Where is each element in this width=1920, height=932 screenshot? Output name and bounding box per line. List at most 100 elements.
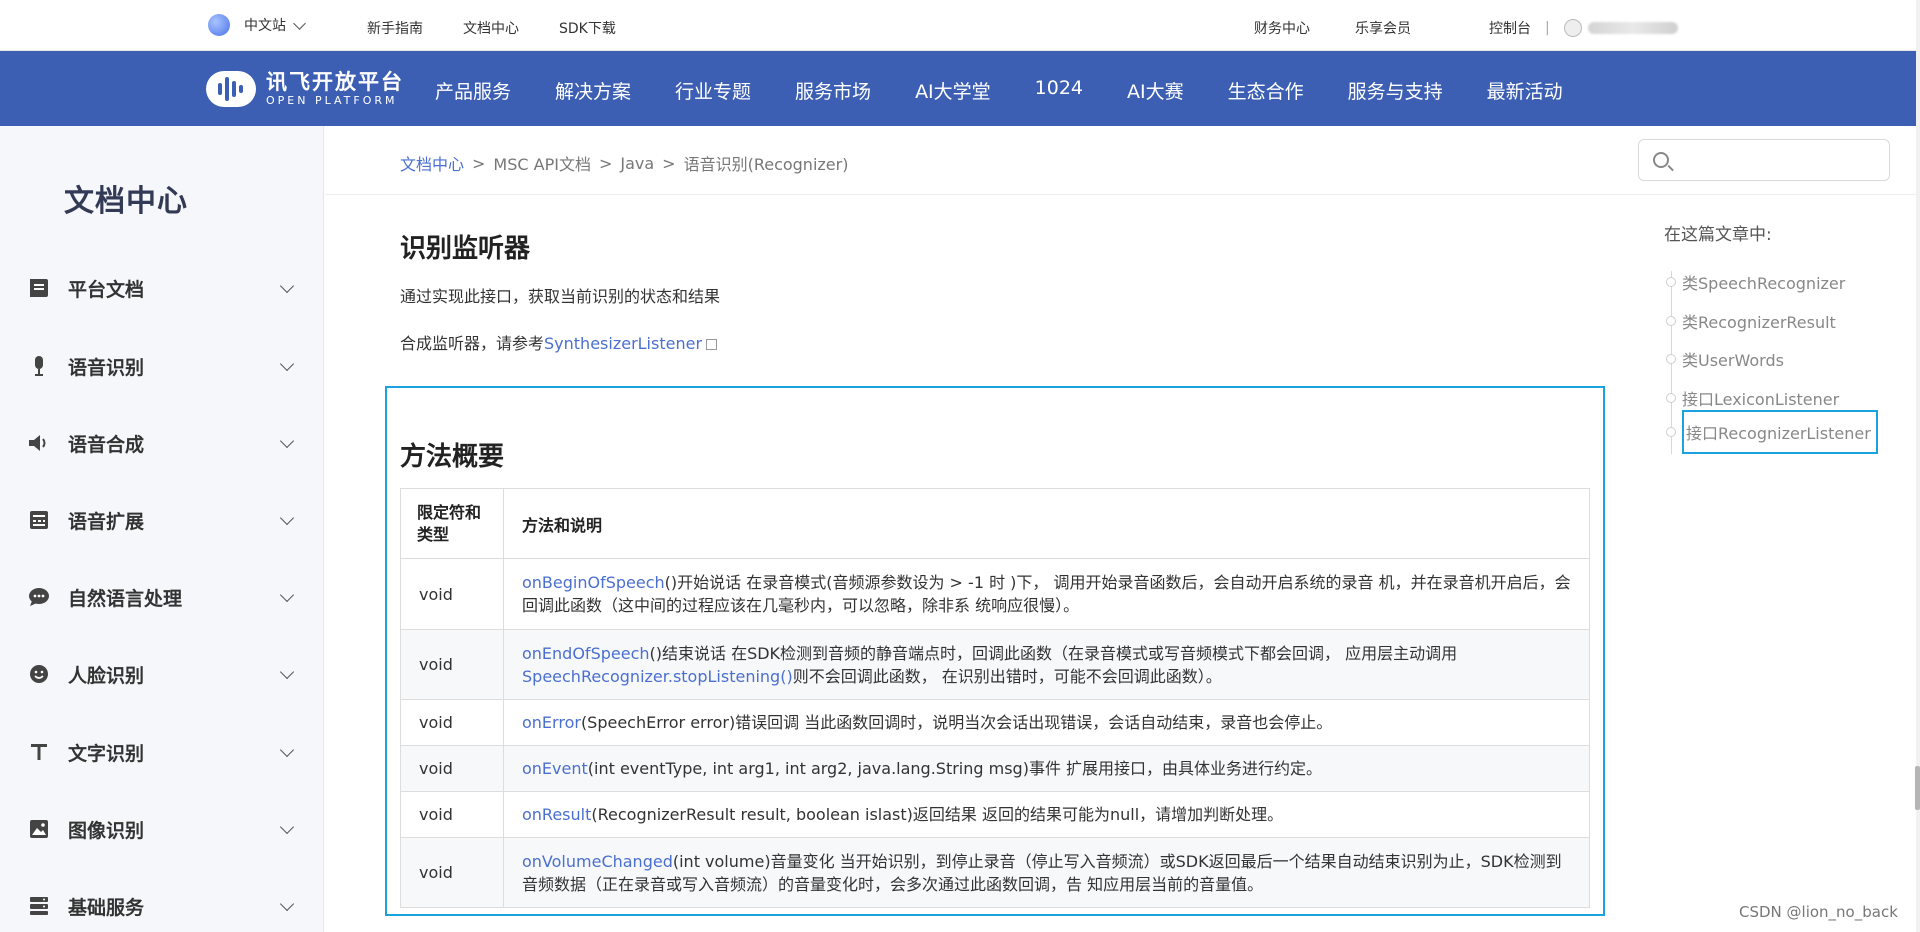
breadcrumb-separator: >	[598, 153, 613, 173]
sidebar-item-speech-synthesis[interactable]: 语音合成	[28, 423, 298, 463]
toc-item-lexicon-listener[interactable]: 接口LexiconListener	[1666, 386, 1839, 410]
top-links: 新手指南 文档中心 SDK下载	[367, 18, 616, 38]
chevron-down-icon	[279, 896, 295, 911]
method-summary-heading: 方法概要	[400, 442, 505, 472]
toc-item-label: 类UserWords	[1682, 351, 1784, 370]
breadcrumb-home[interactable]: 文档中心	[400, 151, 464, 175]
blurred-username[interactable]	[1587, 22, 1678, 34]
method-cell: onResult(RecognizerResult result, boolea…	[503, 791, 1590, 838]
sidebar-title: 文档中心	[64, 184, 188, 219]
method-cell: onBeginOfSpeech()开始说话 在录音模式(音频源参数设为 > -1…	[503, 558, 1590, 630]
chevron-down-icon	[279, 819, 295, 834]
globe-icon	[208, 14, 230, 36]
link-finance-center[interactable]: 财务中心	[1254, 18, 1310, 38]
sidebar-item-label: 语音识别	[68, 356, 145, 379]
nav-support[interactable]: 服务与支持	[1348, 77, 1443, 104]
method-link[interactable]: onResult	[522, 805, 591, 824]
avatar-icon[interactable]	[1563, 19, 1582, 37]
sidebar-item-nlp[interactable]: 自然语言处理	[28, 577, 298, 617]
speaker-icon	[28, 432, 50, 454]
microphone-icon	[28, 355, 50, 377]
nav-latest[interactable]: 最新活动	[1487, 77, 1563, 104]
logo-text-cn: 讯飞开放平台	[266, 70, 404, 94]
link-console[interactable]: 控制台	[1489, 18, 1531, 38]
toc-item-label: 接口LexiconListener	[1682, 390, 1840, 409]
breadcrumb-current: 语音识别(Recognizer)	[683, 155, 849, 174]
scrollbar-thumb[interactable]	[1915, 766, 1920, 810]
logo[interactable]: 讯飞开放平台 OPEN PLATFORM	[206, 67, 404, 111]
main-nav: 讯飞开放平台 OPEN PLATFORM 产品服务 解决方案 行业专题 服务市场…	[0, 51, 1916, 126]
toc-title: 在这篇文章中:	[1664, 225, 1772, 245]
language-selector[interactable]: 中文站	[208, 14, 306, 36]
table-row: void onEndOfSpeech()结束说话 在SDK检测到音频的静音端点时…	[400, 629, 1590, 700]
sidebar-item-text-recognition[interactable]: 文字识别	[28, 732, 298, 772]
link-beginner-guide[interactable]: 新手指南	[367, 18, 423, 38]
method-desc: (SpeechError error)错误回调 当此函数回调时，说明当次会话出现…	[580, 713, 1333, 732]
toc-item-recognizer-listener[interactable]: 接口RecognizerListener	[1666, 410, 1878, 454]
search-box[interactable]	[1638, 139, 1890, 181]
sidebar-item-label: 基础服务	[68, 896, 145, 919]
toc-item-recognizer-result[interactable]: 类RecognizerResult	[1666, 309, 1836, 333]
sidebar-item-label: 图像识别	[68, 819, 145, 842]
table-header-row: 限定符和类型 方法和说明	[400, 488, 1590, 559]
link-sdk-download[interactable]: SDK下载	[559, 18, 616, 38]
sidebar-item-label: 自然语言处理	[68, 587, 183, 610]
section-description: 通过实现此接口，获取当前识别的状态和结果	[400, 287, 721, 306]
breadcrumb-java[interactable]: Java	[620, 154, 654, 173]
sidebar-item-face-recognition[interactable]: 人脸识别	[28, 654, 298, 694]
sidebar: 文档中心 平台文档 语音识别 语音合成 语音扩展 自然语言处理 人脸识别 文字识…	[0, 126, 324, 932]
chevron-down-icon	[279, 510, 295, 525]
nav-market[interactable]: 服务市场	[795, 77, 871, 104]
nav-products[interactable]: 产品服务	[435, 77, 511, 104]
search-icon[interactable]	[1653, 152, 1669, 168]
breadcrumb-msc-api[interactable]: MSC API文档	[493, 151, 591, 175]
search-input[interactable]	[1679, 148, 1879, 172]
chat-icon	[28, 586, 50, 608]
method-desc: ()结束说话 在SDK检测到音频的静音端点时，回调此函数（在录音模式或写音频模式…	[649, 643, 1458, 663]
top-utility-bar: 中文站 新手指南 文档中心 SDK下载 财务中心 乐享会员 控制台 |	[0, 0, 1920, 51]
method-desc: 则不会回调此函数， 在识别出错时，可能不会回调此函数）。	[792, 666, 1222, 686]
type-cell: void	[400, 699, 504, 746]
toc-item-label: 接口RecognizerListener	[1682, 410, 1878, 454]
nav-solutions[interactable]: 解决方案	[555, 77, 631, 104]
toc-item-speech-recognizer[interactable]: 类SpeechRecognizer	[1666, 270, 1845, 294]
table-row: void onVolumeChanged(int volume)音量变化 当开始…	[400, 837, 1590, 908]
table-row: void onResult(RecognizerResult result, b…	[400, 791, 1590, 838]
column-header-method: 方法和说明	[503, 488, 1590, 559]
link-doc-center[interactable]: 文档中心	[463, 18, 519, 38]
method-link[interactable]: onEvent	[522, 759, 588, 778]
logo-cloud-icon	[206, 67, 258, 111]
method-link[interactable]: onBeginOfSpeech	[522, 573, 665, 592]
sidebar-item-basic-services[interactable]: 基础服务	[28, 886, 298, 926]
server-icon	[28, 895, 50, 917]
breadcrumb: 文档中心 > MSC API文档 > Java > 语音识别(Recognize…	[400, 151, 848, 175]
sidebar-item-label: 平台文档	[68, 278, 145, 301]
synthesizer-listener-link[interactable]: SynthesizerListener	[544, 334, 702, 353]
toc-item-user-words[interactable]: 类UserWords	[1666, 347, 1784, 371]
method-desc: ()开始说话 在录音模式(音频源参数设为 > -1 时 )下， 调用开始录音函数…	[522, 573, 1571, 615]
sidebar-item-label: 语音扩展	[68, 510, 145, 533]
watermark: CSDN @lion_no_back	[1739, 903, 1898, 921]
nav-ai-contest[interactable]: AI大赛	[1127, 77, 1184, 104]
sidebar-item-label: 文字识别	[68, 742, 145, 765]
sidebar-item-image-recognition[interactable]: 图像识别	[28, 809, 298, 849]
link-member[interactable]: 乐享会员	[1355, 18, 1411, 38]
toc-item-label: 类RecognizerResult	[1682, 313, 1836, 332]
type-cell: void	[400, 745, 504, 792]
sidebar-item-platform-docs[interactable]: 平台文档	[28, 268, 298, 308]
nav-ai-university[interactable]: AI大学堂	[915, 77, 991, 104]
sidebar-item-speech-extension[interactable]: 语音扩展	[28, 500, 298, 540]
sidebar-item-label: 语音合成	[68, 433, 145, 456]
external-link-icon	[706, 339, 718, 350]
nav-ecosystem[interactable]: 生态合作	[1228, 77, 1304, 104]
section-heading: 识别监听器	[400, 234, 531, 264]
method-link[interactable]: onError	[522, 713, 581, 732]
breadcrumb-separator: >	[662, 153, 676, 173]
method-link[interactable]: onVolumeChanged	[522, 852, 673, 871]
sidebar-item-speech-recognition[interactable]: 语音识别	[28, 346, 298, 386]
nav-1024[interactable]: 1024	[1035, 77, 1083, 104]
nav-industry[interactable]: 行业专题	[675, 77, 751, 104]
method-link[interactable]: onEndOfSpeech	[522, 644, 650, 663]
toc-item-label: 类SpeechRecognizer	[1682, 274, 1846, 293]
stop-listening-link[interactable]: SpeechRecognizer.stopListening()	[522, 667, 793, 686]
